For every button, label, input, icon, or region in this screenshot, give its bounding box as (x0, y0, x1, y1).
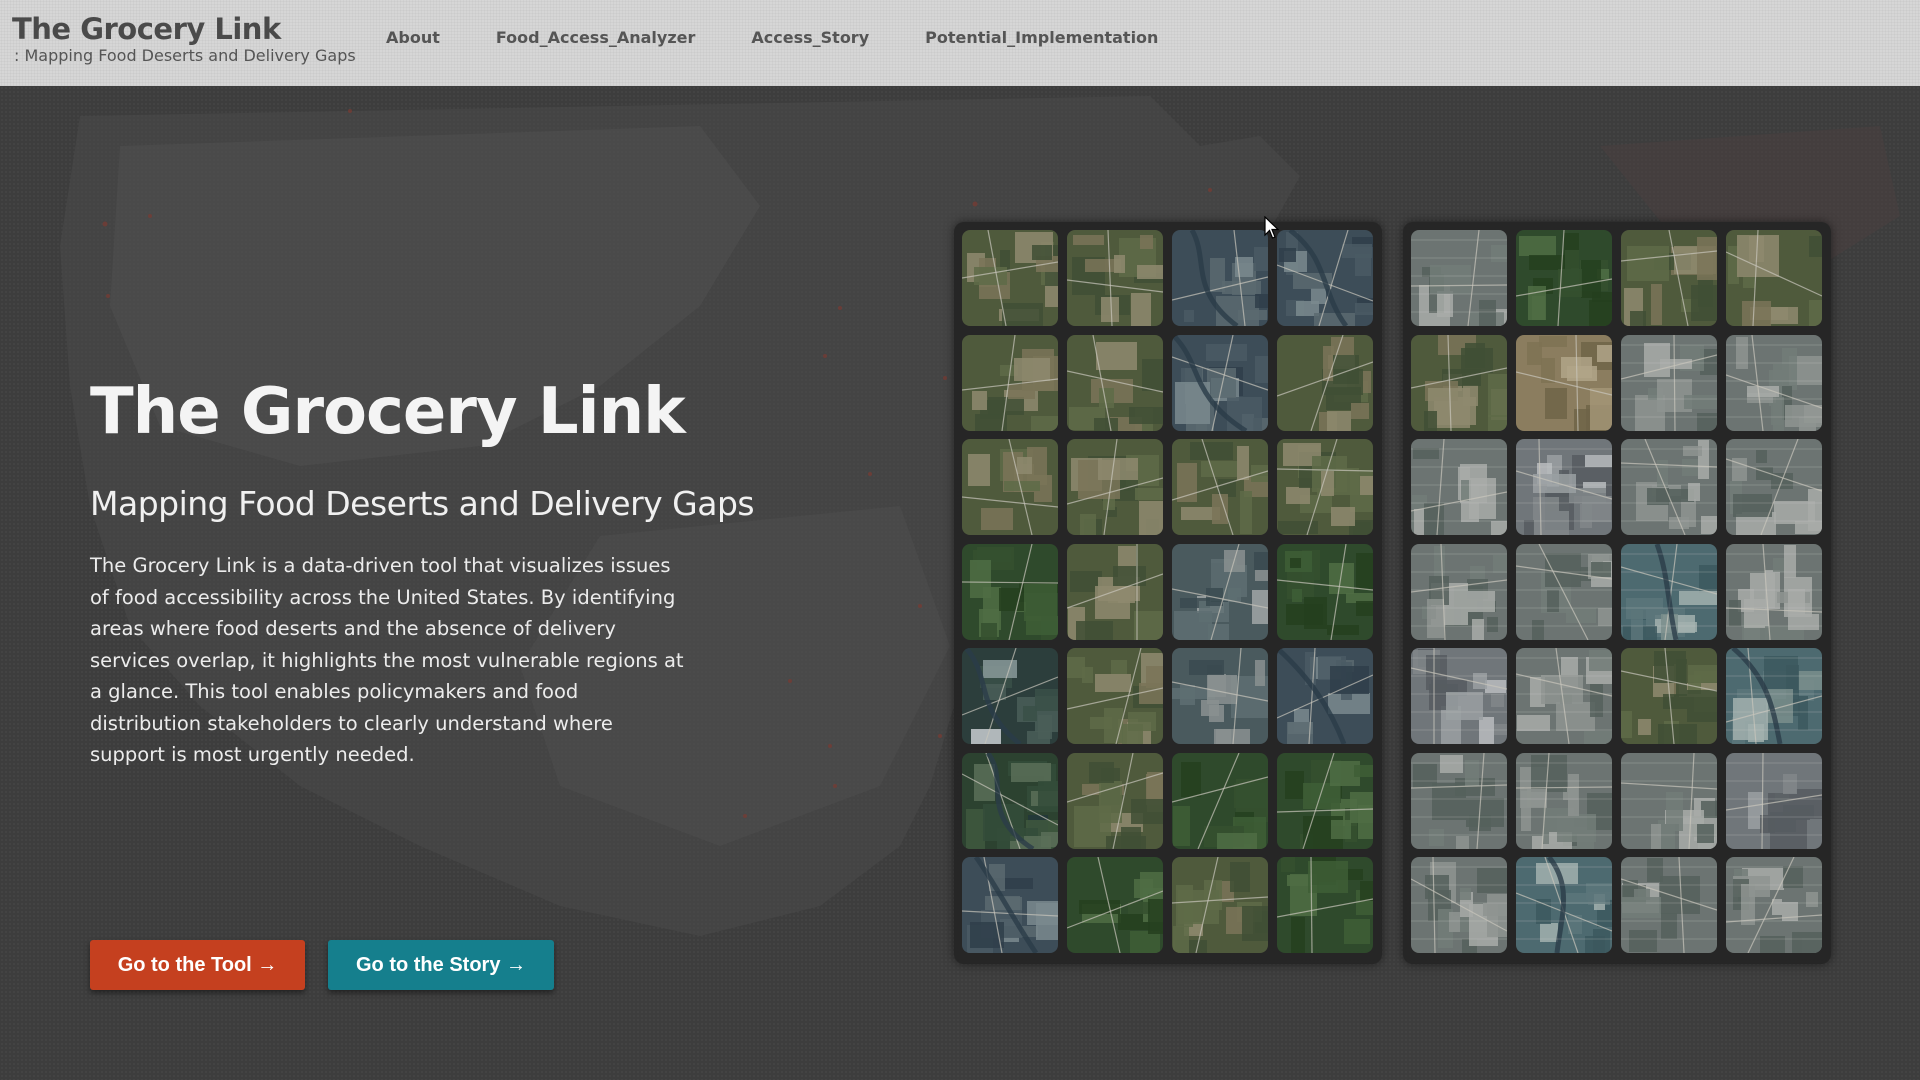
satellite-image-tile (1067, 752, 1163, 849)
satellite-image-tile (1726, 230, 1822, 326)
satellite-image-tile (1621, 857, 1717, 953)
satellite-grid-right (1403, 222, 1831, 964)
satellite-image-tile (1621, 230, 1717, 326)
satellite-image-tile (1277, 857, 1373, 953)
brand-title[interactable]: The Grocery Link (12, 12, 356, 46)
satellite-image-tile (1726, 334, 1822, 431)
satellite-image-tile (1516, 752, 1612, 849)
go-to-story-button[interactable]: Go to the Story → (328, 940, 554, 990)
satellite-image-tile (1172, 857, 1268, 953)
satellite-image-tile (1067, 648, 1163, 744)
hero-subtitle: Mapping Food Deserts and Delivery Gaps (90, 484, 755, 523)
satellite-image-tile (1067, 230, 1163, 326)
nav-link-potential-implementation[interactable]: Potential_Implementation (925, 28, 1158, 47)
satellite-image-tile (1621, 543, 1717, 640)
satellite-image-tile (1277, 439, 1373, 535)
satellite-image-tile (1411, 648, 1507, 744)
brand[interactable]: The Grocery Link : Mapping Food Deserts … (12, 12, 356, 66)
satellite-image-tile (1172, 334, 1268, 431)
satellite-image-tile (962, 857, 1058, 953)
brand-subtitle: : Mapping Food Deserts and Delivery Gaps (14, 46, 356, 65)
hero-description: The Grocery Link is a data-driven tool t… (90, 554, 684, 766)
go-to-tool-button[interactable]: Go to the Tool → (90, 940, 305, 990)
satellite-image-tile (1516, 648, 1612, 744)
satellite-image-tile (1516, 543, 1612, 640)
satellite-image-tile (1411, 857, 1507, 953)
satellite-image-tile (1411, 334, 1507, 431)
satellite-image-tile (1277, 752, 1373, 849)
satellite-image-tile (1516, 857, 1612, 953)
nav-link-about[interactable]: About (386, 28, 440, 47)
nav-links: About Food_Access_Analyzer Access_Story … (386, 28, 1214, 47)
satellite-image-tile (962, 543, 1058, 640)
satellite-image-tile (1277, 334, 1373, 431)
satellite-image-tile (1621, 752, 1717, 849)
satellite-image-tile (1277, 648, 1373, 744)
satellite-image-tile (1411, 439, 1507, 535)
satellite-image-tile (1411, 230, 1507, 326)
satellite-image-tile (1067, 334, 1163, 431)
satellite-image-tile (1172, 230, 1268, 326)
satellite-image-tile (1726, 439, 1822, 535)
satellite-image-tile (1277, 543, 1373, 640)
satellite-image-tile (1172, 752, 1268, 849)
satellite-image-tile (1726, 857, 1822, 953)
satellite-image-tile (1726, 648, 1822, 744)
satellite-image-tile (1411, 752, 1507, 849)
satellite-image-tile (1516, 334, 1612, 431)
satellite-grid-left (954, 222, 1382, 964)
satellite-image-tile (1621, 439, 1717, 535)
satellite-image-tile (1621, 334, 1717, 431)
satellite-image-tile (1067, 857, 1163, 953)
satellite-image-tile (1067, 543, 1163, 640)
satellite-image-tile (962, 439, 1058, 535)
mouse-cursor-icon (1264, 216, 1280, 239)
satellite-image-tile (962, 752, 1058, 849)
satellite-image-tile (1516, 439, 1612, 535)
nav-link-food-access-analyzer[interactable]: Food_Access_Analyzer (496, 28, 696, 47)
top-navbar: The Grocery Link : Mapping Food Deserts … (0, 0, 1920, 86)
satellite-image-tile (1067, 439, 1163, 535)
nav-link-access-story[interactable]: Access_Story (751, 28, 869, 47)
satellite-image-tile (1726, 543, 1822, 640)
satellite-image-tile (1172, 543, 1268, 640)
hero-title: The Grocery Link (90, 375, 686, 449)
satellite-image-tile (1172, 439, 1268, 535)
satellite-image-tile (1172, 648, 1268, 744)
satellite-image-tile (962, 230, 1058, 326)
satellite-image-tile (1277, 230, 1373, 326)
satellite-image-tile (1726, 752, 1822, 849)
satellite-image-tile (962, 334, 1058, 431)
satellite-image-tile (1516, 230, 1612, 326)
satellite-image-tile (1621, 648, 1717, 744)
satellite-image-tile (962, 648, 1058, 744)
satellite-image-tile (1411, 543, 1507, 640)
